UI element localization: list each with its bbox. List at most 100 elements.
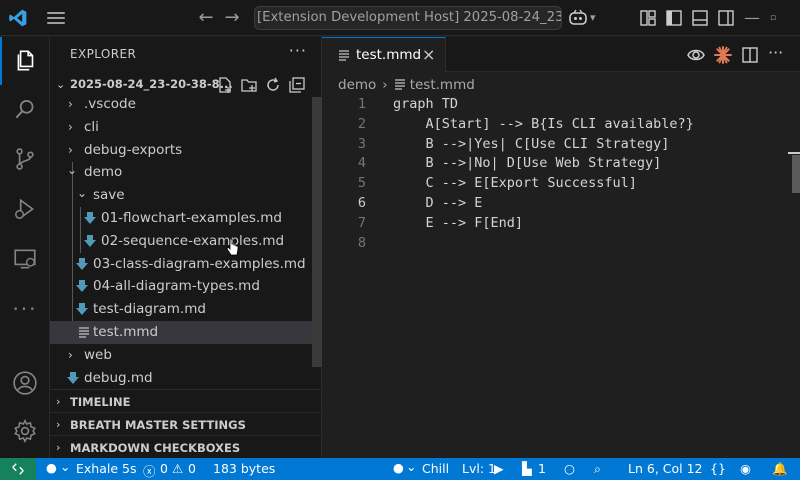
chevron-right-icon: ›	[68, 119, 73, 134]
warning-count[interactable]: 0	[188, 461, 196, 476]
copilot-icon[interactable]	[568, 8, 588, 28]
explorer-scrollbar[interactable]	[312, 97, 322, 367]
breath-dot-icon: ●	[46, 460, 57, 475]
tree-item-03-class-diagram[interactable]: 03-class-diagram-examples.md	[50, 253, 322, 276]
file-tree: › .vscode › cli › debug-exports ⌄ demo ⌄…	[50, 93, 322, 389]
line-number: 4	[357, 155, 366, 172]
chevron-right-icon: ›	[56, 441, 61, 454]
markdown-file-icon	[84, 234, 96, 247]
file-size: 183 bytes	[213, 461, 276, 476]
close-icon[interactable]: ×	[422, 45, 435, 64]
run-and-debug-icon[interactable]	[0, 185, 50, 233]
minimize-icon[interactable]: —	[744, 8, 760, 28]
error-count[interactable]: 0	[160, 461, 168, 476]
remote-explorer-icon[interactable]	[0, 235, 50, 283]
breadcrumb-separator: ›	[382, 77, 388, 93]
editor-more-actions-icon[interactable]: ···	[768, 43, 783, 63]
zoom-search-icon[interactable]: ⌕	[594, 461, 601, 477]
chevron-down-icon: ⌄	[67, 163, 78, 178]
text-file-icon	[339, 50, 349, 61]
breath-status[interactable]: Exhale 5s	[76, 461, 136, 476]
tree-item-test-diagram[interactable]: test-diagram.md	[50, 298, 322, 321]
explorer-more-actions-icon[interactable]: ···	[289, 41, 307, 60]
preview-eye-icon[interactable]	[686, 45, 706, 65]
toggle-primary-sidebar-icon[interactable]	[664, 8, 684, 28]
menu-icon[interactable]	[46, 9, 66, 27]
toggle-panel-icon[interactable]	[690, 8, 710, 28]
source-control-icon[interactable]	[0, 135, 50, 183]
search-icon[interactable]	[0, 85, 50, 133]
tree-item-save[interactable]: ⌄ save	[50, 184, 322, 207]
tree-item-demo[interactable]: ⌄ demo	[50, 161, 322, 184]
breadcrumb-folder[interactable]: demo	[338, 77, 376, 93]
code-line: 7 E --> F[End]	[322, 214, 800, 234]
sessions-icon[interactable]: ▙	[522, 461, 532, 476]
live-preview-icon[interactable]: ◉	[740, 461, 751, 476]
code-editor[interactable]: 1 graph TD 2 A[Start] --> B{Is CLI availa…	[322, 95, 800, 253]
error-icon[interactable]: ⓧ	[143, 461, 156, 480]
tree-item-label: test-diagram.md	[93, 301, 206, 318]
tree-item-01-flowchart[interactable]: 01-flowchart-examples.md	[50, 207, 322, 230]
notifications-bell-icon[interactable]: 🔔	[772, 461, 788, 477]
chevron-down-icon[interactable]: ⌄	[406, 459, 416, 474]
language-mode[interactable]: {}	[710, 461, 726, 476]
tree-item-02-sequence[interactable]: 02-sequence-examples.md	[50, 230, 322, 253]
mermaid-starburst-icon[interactable]	[713, 45, 733, 65]
code-line: 4 B -->|No| D[Use Web Strategy]	[322, 154, 800, 174]
toggle-secondary-sidebar-icon[interactable]	[716, 8, 736, 28]
line-text: A[Start] --> B{Is CLI available?}	[393, 115, 694, 132]
chevron-down-icon[interactable]: ⌄	[60, 459, 70, 474]
mood-dot-icon: ●	[393, 460, 404, 475]
remote-indicator-icon[interactable]	[0, 458, 36, 480]
line-number: 6	[357, 194, 366, 211]
tree-item-cli[interactable]: › cli	[50, 116, 322, 139]
chevron-right-icon: ›	[68, 142, 73, 157]
tree-item-vscode[interactable]: › .vscode	[50, 93, 322, 116]
editor-scrollbar[interactable]	[792, 155, 800, 193]
forward-arrow-icon[interactable]: →	[222, 8, 242, 28]
workspace-root-label: 2025-08-24_23-20-38-8...	[70, 77, 233, 91]
line-text: E --> F[End]	[393, 214, 524, 231]
tree-item-web[interactable]: › web	[50, 344, 322, 367]
tree-item-debug-exports[interactable]: › debug-exports	[50, 139, 322, 162]
copilot-menu-chevron-icon[interactable]: ▾	[590, 8, 596, 28]
new-file-icon[interactable]	[216, 76, 234, 94]
section-timeline[interactable]: › TIMELINE	[50, 389, 322, 412]
tree-item-test-mmd[interactable]: test.mmd	[50, 320, 322, 344]
tree-item-label: 03-class-diagram-examples.md	[93, 255, 306, 272]
cursor-position[interactable]: Ln 6, Col 12	[628, 461, 703, 476]
section-breath-master-settings[interactable]: › BREATH MASTER SETTINGS	[50, 412, 322, 435]
command-center-search[interactable]: [Extension Development Host] 2025-08-24_…	[254, 6, 562, 30]
section-markdown-checkboxes[interactable]: › MARKDOWN CHECKBOXES	[50, 435, 322, 458]
section-label: TIMELINE	[70, 395, 131, 409]
split-editor-icon[interactable]	[740, 45, 760, 65]
warning-icon[interactable]: ⚠	[172, 461, 183, 476]
line-text: B -->|Yes| C[Use CLI Strategy]	[393, 135, 670, 152]
more-views-icon[interactable]: ···	[0, 285, 50, 333]
text-file-icon	[79, 327, 89, 338]
maximize-icon[interactable]: ▫	[770, 8, 776, 28]
play-icon[interactable]: ▶	[494, 461, 504, 476]
level-status[interactable]: Lvl: 1	[462, 461, 496, 476]
tree-item-04-all-diagram[interactable]: 04-all-diagram-types.md	[50, 275, 322, 298]
chevron-down-icon: ⌄	[56, 78, 66, 91]
sessions-count[interactable]: 1	[538, 461, 546, 476]
chevron-down-icon: ⌄	[77, 186, 88, 201]
vscode-logo-icon[interactable]	[8, 8, 28, 28]
new-folder-icon[interactable]	[240, 76, 258, 94]
ring-icon[interactable]: ○	[564, 461, 575, 476]
collapse-all-icon[interactable]	[288, 76, 306, 94]
account-icon[interactable]	[0, 359, 50, 407]
breadcrumb-file[interactable]: test.mmd	[410, 77, 475, 93]
tree-item-debug-md[interactable]: debug.md	[50, 367, 322, 390]
mood-status[interactable]: Chill	[422, 461, 449, 476]
code-line: 5 C --> E[Export Successful]	[322, 174, 800, 194]
customize-layout-icon[interactable]	[638, 8, 658, 28]
settings-gear-icon[interactable]	[0, 407, 50, 455]
refresh-icon[interactable]	[264, 76, 282, 94]
tab-test-mmd[interactable]: test.mmd ×	[322, 37, 446, 72]
status-bar: ● ⌄ Exhale 5s ⓧ 0 ⚠ 0 183 bytes ● ⌄ Chil…	[0, 458, 800, 480]
explorer-icon[interactable]	[0, 37, 50, 85]
back-arrow-icon[interactable]: ←	[196, 8, 216, 28]
tab-label: test.mmd	[356, 47, 422, 63]
